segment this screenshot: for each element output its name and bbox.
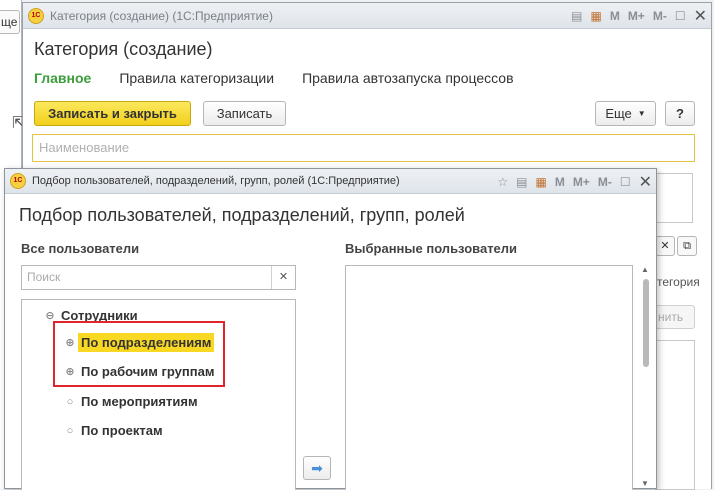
main-titlebar: 1С Категория (создание) (1С:Предприятие)… <box>23 3 711 29</box>
close-icon[interactable]: ✕ <box>694 6 707 26</box>
selected-users-label: Выбранные пользователи <box>345 241 518 256</box>
scroll-up-icon[interactable]: ▲ <box>641 265 649 274</box>
calendar-icon[interactable]: ▦ <box>590 9 601 23</box>
tab-main[interactable]: Главное <box>34 70 91 86</box>
main-window-title: Категория (создание) (1С:Предприятие) <box>50 8 273 23</box>
maximize-icon[interactable]: ☐ <box>620 175 631 189</box>
more-button-label: Еще <box>605 106 632 121</box>
dialog-titlebar: 1С Подбор пользователей, подразделений, … <box>5 169 656 194</box>
search-input[interactable]: Поиск ✕ <box>21 265 296 290</box>
list-icon[interactable]: ▤ <box>516 175 527 189</box>
maximize-icon[interactable]: ☐ <box>675 9 686 23</box>
name-field[interactable]: Наименование <box>32 134 695 162</box>
page-title: Категория (создание) <box>34 39 213 59</box>
open-icon[interactable]: ⧉ <box>677 236 697 256</box>
save-button[interactable]: Записать <box>203 101 286 126</box>
tree-item-by-events[interactable]: ○ По мероприятиям <box>62 392 201 411</box>
memory-mminus-icon[interactable]: M- <box>653 9 667 23</box>
vertical-scrollbar[interactable]: ▲ ▼ <box>641 265 651 490</box>
clear-icon[interactable]: ✕ <box>655 236 675 256</box>
save-and-close-button[interactable]: Записать и закрыть <box>34 101 191 126</box>
dialog-heading: Подбор пользователей, подразделений, гру… <box>19 205 465 225</box>
memory-m-icon[interactable]: M <box>610 9 620 23</box>
1c-logo-icon: 1С <box>28 7 44 24</box>
annotation-highlight-box <box>53 321 225 387</box>
search-placeholder: Поиск <box>27 270 61 284</box>
clear-search-icon[interactable]: ✕ <box>271 266 295 289</box>
user-picker-dialog: 1С Подбор пользователей, подразделений, … <box>4 168 657 490</box>
background-list-frame <box>655 340 695 490</box>
memory-mplus-icon[interactable]: M+ <box>628 9 645 23</box>
help-button[interactable]: ? <box>665 101 695 126</box>
1c-logo-icon: 1С <box>10 173 26 189</box>
arrow-right-icon: ➡ <box>311 460 323 476</box>
calendar-icon[interactable]: ▦ <box>535 175 546 189</box>
tree-item-label: По проектам <box>81 423 163 438</box>
selected-users-list[interactable] <box>345 265 633 490</box>
memory-m-icon[interactable]: M <box>555 175 565 189</box>
dialog-titlebar-icons: ☆ ▤ ▦ M M+ M- ☐ ✕ <box>497 172 652 192</box>
tab-autostart-rules[interactable]: Правила автозапуска процессов <box>302 70 513 86</box>
memory-mplus-icon[interactable]: M+ <box>573 175 590 189</box>
memory-mminus-icon[interactable]: M- <box>598 175 612 189</box>
form-tabs: Главное Правила категоризации Правила ав… <box>34 70 514 86</box>
star-icon[interactable]: ☆ <box>497 175 508 189</box>
leaf-node-icon: ○ <box>66 424 74 437</box>
main-titlebar-icons: ▤ ▦ M M+ M- ☐ ✕ <box>571 6 707 26</box>
add-selected-arrow-button[interactable]: ➡ <box>303 456 331 480</box>
tree-item-by-projects[interactable]: ○ По проектам <box>62 421 166 440</box>
partial-button[interactable]: нить <box>655 305 695 329</box>
tree-item-label: По мероприятиям <box>81 394 198 409</box>
list-icon[interactable]: ▤ <box>571 9 582 23</box>
all-users-label: Все пользователи <box>21 241 140 256</box>
more-button[interactable]: Еще ▼ <box>595 101 656 126</box>
leaf-node-icon: ○ <box>66 395 74 408</box>
partial-label: тегория <box>657 275 700 289</box>
dialog-window-title: Подбор пользователей, подразделений, гру… <box>32 175 400 187</box>
command-bar: Записать и закрыть Записать Еще ▼ ? <box>34 101 696 127</box>
scroll-down-icon[interactable]: ▼ <box>641 479 649 488</box>
close-icon[interactable]: ✕ <box>639 172 652 192</box>
chevron-down-icon: ▼ <box>637 109 646 118</box>
tab-categorization-rules[interactable]: Правила категоризации <box>119 70 274 86</box>
background-stub-button[interactable]: ще <box>0 10 20 34</box>
scrollbar-thumb[interactable] <box>643 279 649 367</box>
